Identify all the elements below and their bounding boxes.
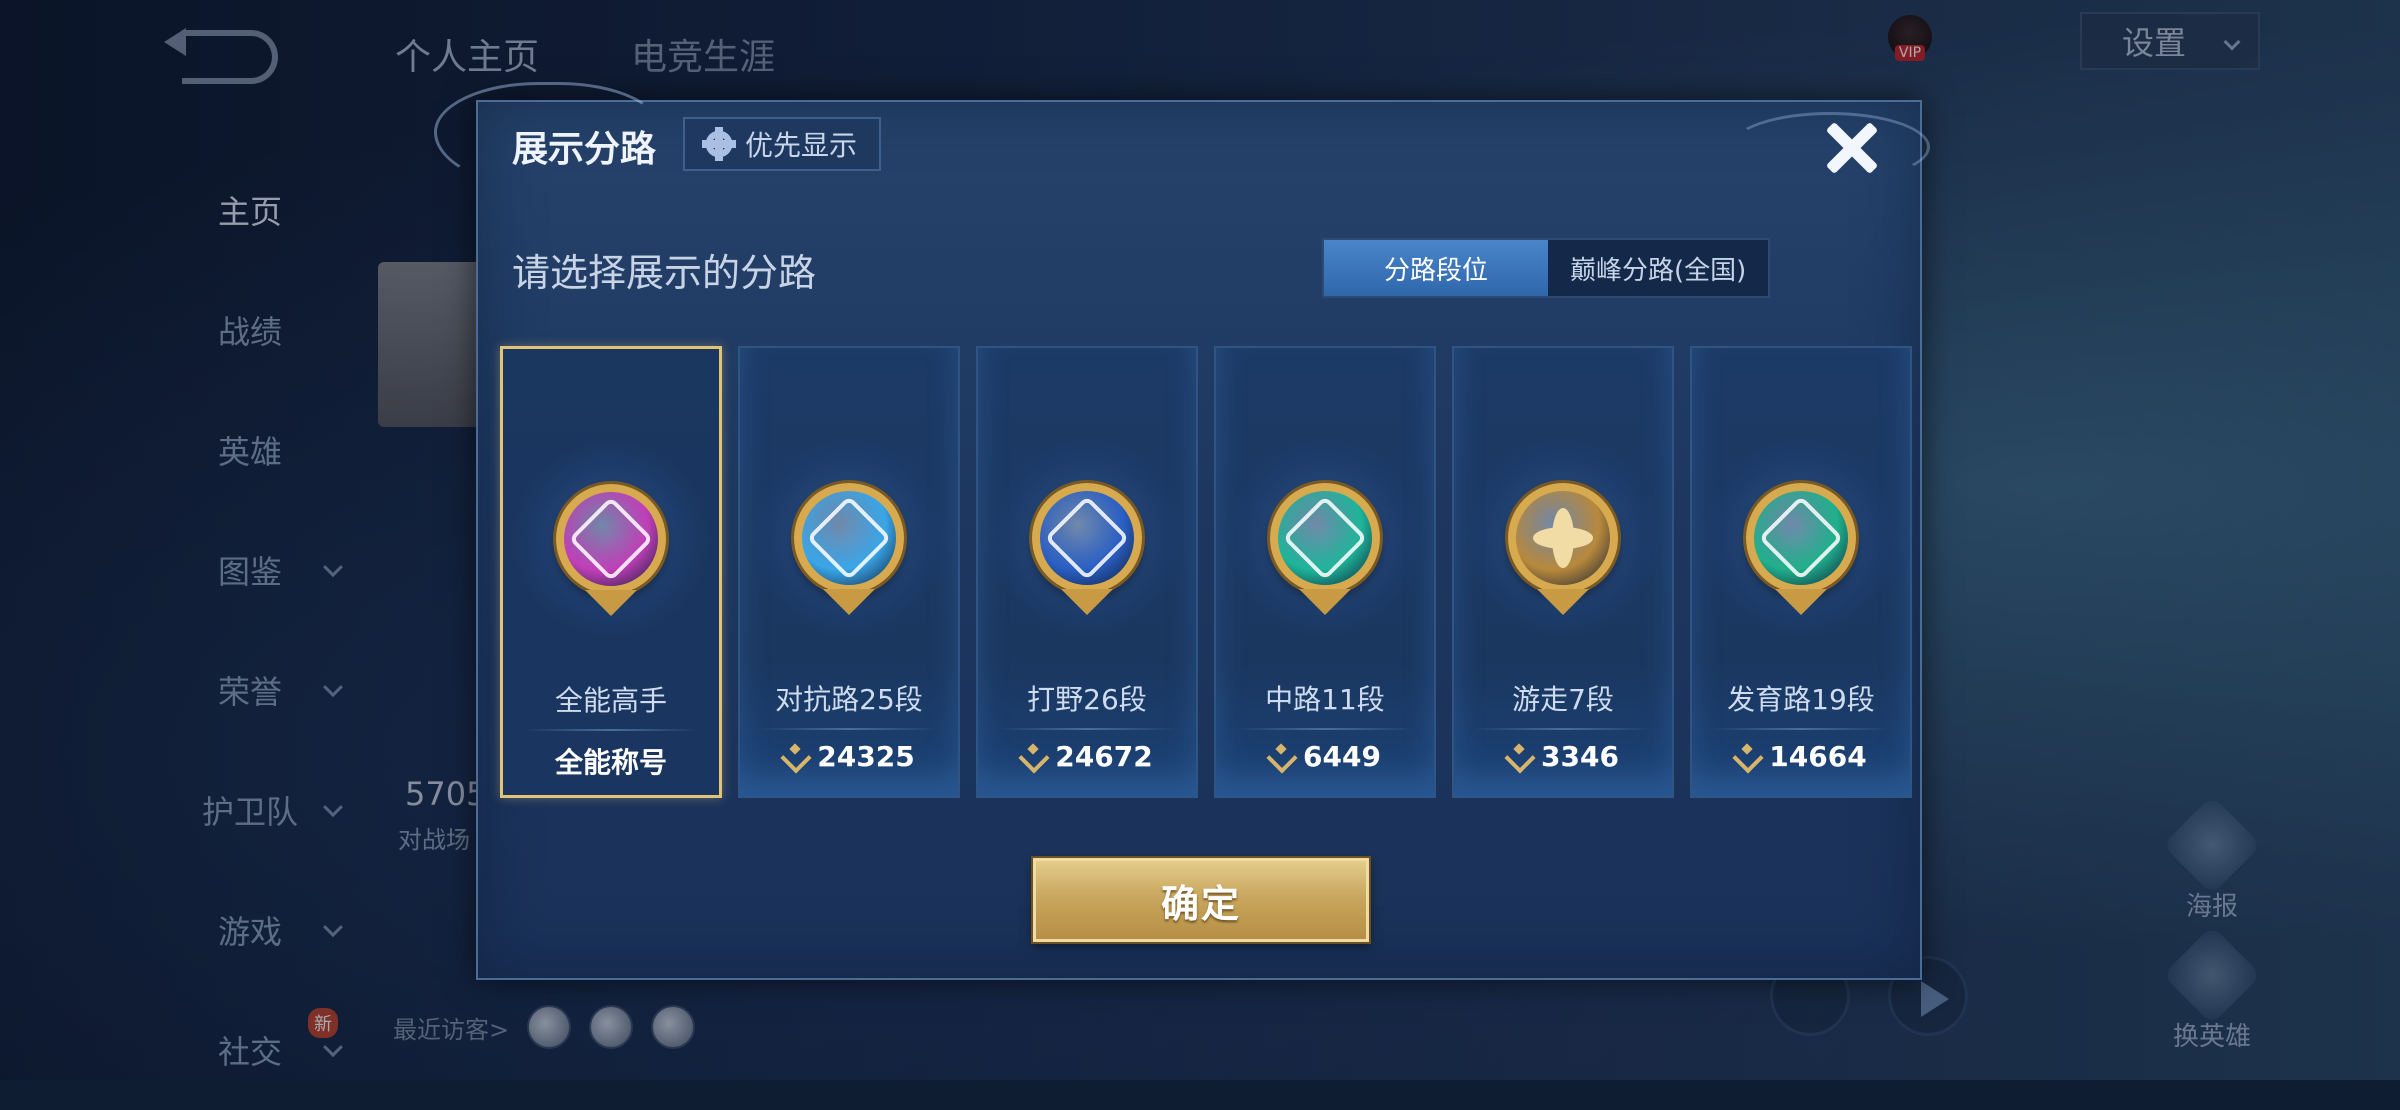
lane-rank-badge-icon (1508, 483, 1618, 593)
lane-card-name: 对抗路25段 (740, 678, 958, 718)
modal-title: 展示分路 (512, 120, 656, 172)
badge-emblem (807, 496, 892, 581)
badge-emblem (569, 497, 654, 582)
divider (1474, 728, 1652, 730)
lane-card-score: 3346 (1454, 740, 1672, 773)
close-icon[interactable] (1820, 116, 1884, 180)
lane-card-score: 24325 (740, 740, 958, 773)
lane-card-score: 全能称号 (503, 741, 719, 781)
lane-card-score: 14664 (1692, 740, 1910, 773)
badge-emblem (1283, 496, 1368, 581)
lane-card-score-value: 全能称号 (555, 741, 667, 781)
lane-card-name: 发育路19段 (1692, 678, 1910, 718)
priority-display-label: 优先显示 (745, 124, 857, 164)
badge-emblem (1759, 496, 1844, 581)
tab-peak-lane-national[interactable]: 巅峰分路(全国) (1548, 240, 1768, 296)
lane-card-score-value: 24672 (1055, 740, 1152, 773)
lane-cards: 全能高手全能称号对抗路25段24325打野26段24672中路11段6449游走… (500, 346, 1912, 798)
lane-card[interactable]: 对抗路25段 24325 (738, 346, 960, 798)
lane-display-modal: 展示分路 优先显示 请选择展示的分路 分路段位 巅峰分路(全国) 全能高手全能称… (476, 100, 1922, 980)
confirm-button[interactable]: 确定 (1033, 858, 1369, 942)
lane-card-score-value: 3346 (1541, 740, 1619, 773)
lane-card[interactable]: 中路11段 6449 (1214, 346, 1436, 798)
priority-display-button[interactable]: 优先显示 (683, 117, 881, 171)
badge-emblem (1532, 507, 1594, 569)
lane-card[interactable]: 全能高手全能称号 (500, 346, 722, 798)
divider (998, 728, 1176, 730)
lane-rank-badge-icon (1270, 483, 1380, 593)
lane-card-score-value: 14664 (1769, 740, 1866, 773)
lane-rank-badge-icon (1032, 483, 1142, 593)
rank-points-icon (1735, 745, 1759, 769)
divider (1712, 728, 1890, 730)
divider (523, 729, 699, 731)
lane-card-score: 24672 (978, 740, 1196, 773)
lane-rank-badge-icon (794, 483, 904, 593)
tab-lane-rank[interactable]: 分路段位 (1324, 240, 1548, 296)
lane-card-name: 中路11段 (1216, 678, 1434, 718)
lane-card[interactable]: 发育路19段 14664 (1690, 346, 1912, 798)
rank-points-icon (1507, 745, 1531, 769)
badge-emblem (1045, 496, 1130, 581)
lane-card-score-value: 24325 (817, 740, 914, 773)
lane-card-name: 游走7段 (1454, 678, 1672, 718)
rank-points-icon (1269, 745, 1293, 769)
gear-icon (703, 128, 735, 160)
lane-card-score-value: 6449 (1303, 740, 1381, 773)
lane-card-name: 打野26段 (978, 678, 1196, 718)
divider (1236, 728, 1414, 730)
rank-type-toggle: 分路段位 巅峰分路(全国) (1322, 238, 1770, 298)
lane-card[interactable]: 打野26段 24672 (976, 346, 1198, 798)
lane-rank-badge-icon (556, 484, 666, 594)
lane-card[interactable]: 游走7段 3346 (1452, 346, 1674, 798)
rank-points-icon (1021, 745, 1045, 769)
rank-points-icon (783, 745, 807, 769)
divider (760, 728, 938, 730)
lane-rank-badge-icon (1746, 483, 1856, 593)
modal-subtitle: 请选择展示的分路 (512, 242, 816, 297)
lane-card-name: 全能高手 (503, 679, 719, 719)
lane-card-score: 6449 (1216, 740, 1434, 773)
